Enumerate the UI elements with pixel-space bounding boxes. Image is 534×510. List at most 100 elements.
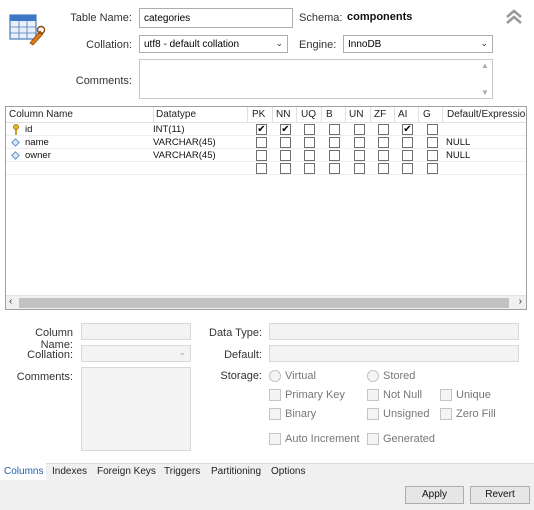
- virtual-radio[interactable]: [269, 370, 281, 382]
- collation-value: utf8 - default collation: [144, 39, 240, 50]
- detail-collation-label: Collation:: [27, 349, 73, 361]
- nn-checkbox[interactable]: ✔: [280, 124, 291, 135]
- column-diamond-icon: [11, 138, 20, 147]
- nn-checkbox[interactable]: [280, 150, 291, 161]
- scroll-down-icon: ▼: [481, 88, 489, 97]
- uq-checkbox[interactable]: [304, 124, 315, 135]
- pk-checkbox[interactable]: [256, 150, 267, 161]
- tab-options[interactable]: Options: [271, 466, 305, 477]
- ai-checkbox[interactable]: ✔: [402, 124, 413, 135]
- pk-checkbox[interactable]: [256, 163, 267, 174]
- b-checkbox[interactable]: [329, 150, 340, 161]
- schema-label: Schema:: [299, 12, 343, 24]
- unique-checkbox[interactable]: [440, 389, 452, 401]
- uq-checkbox[interactable]: [304, 150, 315, 161]
- g-checkbox[interactable]: [427, 150, 438, 161]
- zero-fill-label: Zero Fill: [456, 408, 496, 420]
- g-checkbox[interactable]: [427, 137, 438, 148]
- generated-label: Generated: [383, 433, 435, 445]
- generated-checkbox[interactable]: [367, 433, 379, 445]
- detail-column-name-field[interactable]: [81, 323, 191, 340]
- default-cell[interactable]: NULL: [446, 137, 470, 148]
- pk-checkbox[interactable]: [256, 137, 267, 148]
- tab-indexes[interactable]: Indexes: [52, 466, 87, 477]
- engine-select[interactable]: InnoDB ⌄: [343, 35, 493, 53]
- uq-checkbox[interactable]: [304, 163, 315, 174]
- auto-increment-label: Auto Increment: [285, 433, 360, 445]
- detail-default-field[interactable]: [269, 345, 519, 362]
- ai-checkbox[interactable]: [402, 137, 413, 148]
- stored-radio[interactable]: [367, 370, 379, 382]
- pk-checkbox[interactable]: ✔: [256, 124, 267, 135]
- header-nn[interactable]: NN: [276, 109, 290, 120]
- revert-button[interactable]: Revert: [470, 486, 530, 504]
- detail-data-type-label: Data Type:: [209, 327, 262, 339]
- column-name-cell[interactable]: id: [25, 124, 32, 135]
- column-name-cell[interactable]: owner: [25, 150, 51, 161]
- table-name-label: Table Name:: [70, 12, 132, 24]
- detail-collation-select[interactable]: ⌄: [81, 345, 191, 362]
- zero-fill-checkbox[interactable]: [440, 408, 452, 420]
- not-null-label: Not Null: [383, 389, 423, 401]
- column-diamond-icon: [11, 151, 20, 160]
- scroll-left-icon[interactable]: ‹: [9, 296, 12, 307]
- table-name-field[interactable]: categories: [139, 8, 293, 28]
- scrollbar-thumb[interactable]: [19, 298, 509, 308]
- binary-checkbox[interactable]: [269, 408, 281, 420]
- not-null-checkbox[interactable]: [367, 389, 379, 401]
- header-default-expression[interactable]: Default/Expression: [447, 109, 526, 120]
- header-b[interactable]: B: [326, 109, 333, 120]
- tab-foreign-keys[interactable]: Foreign Keys: [97, 466, 156, 477]
- header-datatype[interactable]: Datatype: [156, 109, 196, 120]
- tab-partitioning[interactable]: Partitioning: [211, 466, 261, 477]
- b-checkbox[interactable]: [329, 137, 340, 148]
- horizontal-scrollbar[interactable]: ‹ ›: [6, 295, 526, 309]
- g-checkbox[interactable]: [427, 163, 438, 174]
- zf-checkbox[interactable]: [378, 124, 389, 135]
- scroll-right-icon[interactable]: ›: [519, 296, 522, 307]
- datatype-cell[interactable]: VARCHAR(45): [153, 137, 216, 148]
- auto-increment-checkbox[interactable]: [269, 433, 281, 445]
- primary-key-label: Primary Key: [285, 389, 345, 401]
- column-name-cell[interactable]: name: [25, 137, 49, 148]
- un-checkbox[interactable]: [354, 137, 365, 148]
- tab-columns[interactable]: Columns: [4, 466, 43, 477]
- collapse-button[interactable]: [505, 8, 523, 26]
- primary-key-checkbox[interactable]: [269, 389, 281, 401]
- ai-checkbox[interactable]: [402, 163, 413, 174]
- un-checkbox[interactable]: [354, 124, 365, 135]
- nn-checkbox[interactable]: [280, 137, 291, 148]
- g-checkbox[interactable]: [427, 124, 438, 135]
- unsigned-checkbox[interactable]: [367, 408, 379, 420]
- tab-triggers[interactable]: Triggers: [164, 466, 200, 477]
- ai-checkbox[interactable]: [402, 150, 413, 161]
- header-zf[interactable]: ZF: [374, 109, 386, 120]
- zf-checkbox[interactable]: [378, 150, 389, 161]
- zf-checkbox[interactable]: [378, 137, 389, 148]
- detail-comments-textarea[interactable]: [81, 367, 191, 451]
- header-uq[interactable]: UQ: [301, 109, 316, 120]
- header-pk[interactable]: PK: [252, 109, 265, 120]
- zf-checkbox[interactable]: [378, 163, 389, 174]
- header-un[interactable]: UN: [349, 109, 363, 120]
- datatype-cell[interactable]: INT(11): [153, 124, 185, 135]
- comments-scrollbar[interactable]: ▲ ▼: [478, 60, 492, 98]
- un-checkbox[interactable]: [354, 163, 365, 174]
- nn-checkbox[interactable]: [280, 163, 291, 174]
- detail-column-name-label: Column Name:: [35, 327, 73, 351]
- header-g[interactable]: G: [423, 109, 431, 120]
- apply-button[interactable]: Apply: [405, 486, 464, 504]
- un-checkbox[interactable]: [354, 150, 365, 161]
- collation-select[interactable]: utf8 - default collation ⌄: [139, 35, 288, 53]
- detail-data-type-field[interactable]: [269, 323, 519, 340]
- double-chevron-up-icon: [506, 9, 522, 24]
- uq-checkbox[interactable]: [304, 137, 315, 148]
- header-ai[interactable]: AI: [398, 109, 407, 120]
- columns-grid[interactable]: Column Name Datatype PK NN UQ B UN ZF AI…: [5, 106, 527, 310]
- comments-textarea[interactable]: ▲ ▼: [139, 59, 493, 99]
- b-checkbox[interactable]: [329, 124, 340, 135]
- datatype-cell[interactable]: VARCHAR(45): [153, 150, 216, 161]
- default-cell[interactable]: NULL: [446, 150, 470, 161]
- b-checkbox[interactable]: [329, 163, 340, 174]
- header-column-name[interactable]: Column Name: [9, 109, 73, 120]
